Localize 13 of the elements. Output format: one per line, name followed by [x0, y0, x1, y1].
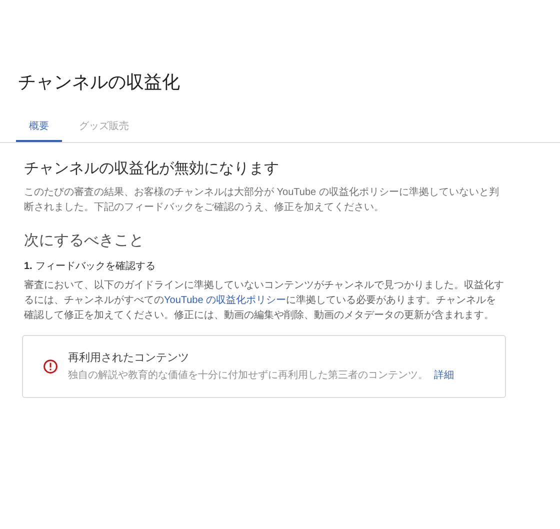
step-title: フィードバックを確認する	[35, 260, 156, 274]
step-number: 1.	[24, 260, 32, 274]
details-link[interactable]: 詳細	[434, 368, 454, 384]
page-title: チャンネルの収益化	[17, 71, 181, 94]
section-heading: 次にするべきこと	[24, 231, 145, 251]
status-message: このたびの審査の結果、お客様のチャンネルは大部分が YouTube の収益化ポリシーに準拠していないと判断されました。下記のフィードバックをご確認のうえ、修正を加えてください。	[24, 186, 500, 215]
tab[interactable]: 概要	[16, 112, 62, 142]
policy-link[interactable]: YouTube の収益化ポリシー	[164, 295, 286, 306]
issue-title: 再利用されたコンテンツ	[68, 350, 190, 366]
issue-description: 独自の解説や教育的な価値を十分に付加せずに再利用した第三者のコンテンツ。	[68, 368, 428, 384]
step-description: 審査において、以下のガイドラインに準拠していないコンテンツがチャンネルで見つかりました。収益化するには、チャンネルがすべてのYouTube の収益化ポリシーに準拠している必要があります。チャンネルを確認して修正を加えてください。修正には、動画の編集や削除、動画のメタデータの更新が含まれます。	[24, 278, 504, 323]
error-icon	[43, 359, 58, 374]
section-heading: チャンネルの収益化が無効になります	[24, 159, 280, 179]
